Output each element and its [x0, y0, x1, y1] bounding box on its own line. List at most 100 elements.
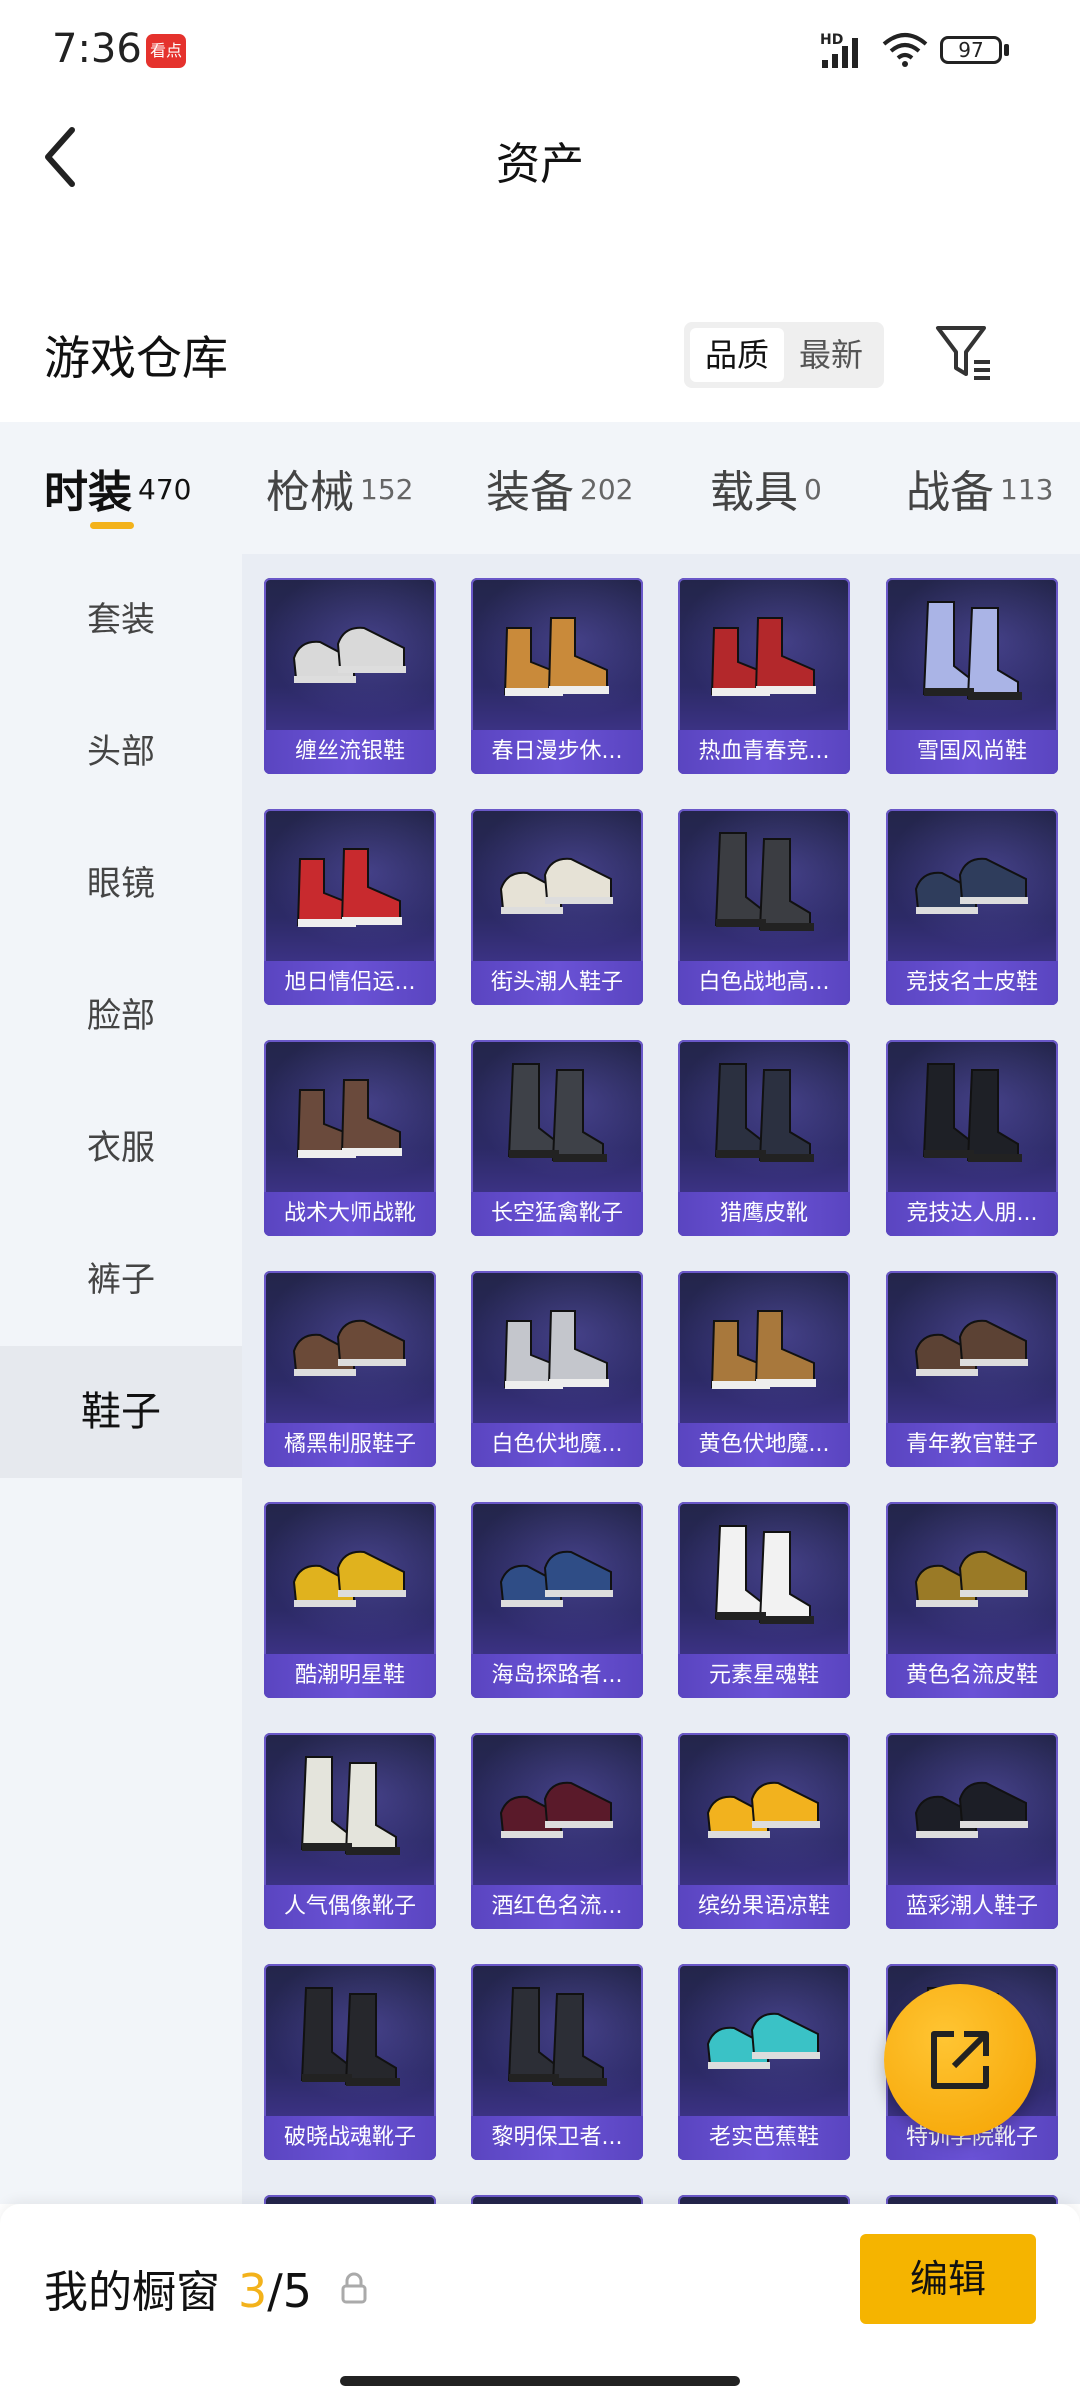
active-tab-indicator: [90, 522, 134, 529]
item-name: 战术大师战靴: [264, 1192, 436, 1236]
showcase-summary: 我的橱窗 3/5: [44, 2256, 312, 2320]
item-card[interactable]: 猎鹰皮靴: [678, 1040, 850, 1236]
item-name: 春日漫步休...: [471, 730, 643, 774]
sidebar: 套装 头部 眼镜 脸部 衣服 裤子 鞋子: [0, 554, 242, 2204]
tab-count: 470: [138, 473, 192, 507]
item-card[interactable]: 缤纷果语凉鞋: [678, 1733, 850, 1929]
tab-fashion[interactable]: 时装 470: [44, 456, 191, 520]
item-card[interactable]: 雪国风尚鞋: [886, 578, 1058, 774]
item-card[interactable]: 老实芭蕉鞋: [678, 1964, 850, 2160]
sidebar-item-glasses[interactable]: 眼镜: [0, 818, 242, 950]
item-grid: 缠丝流银鞋 春日漫步休... 热血青春竞... 雪国风尚鞋 旭日情侣运... 街…: [242, 554, 1080, 2204]
item-name: 黄色伏地魔...: [678, 1423, 850, 1467]
item-card-partial[interactable]: [471, 2195, 643, 2204]
item-card[interactable]: 酒红色名流...: [471, 1733, 643, 1929]
item-card[interactable]: 缠丝流银鞋: [264, 578, 436, 774]
item-name: 长空猛禽靴子: [471, 1192, 643, 1236]
item-card-partial[interactable]: [886, 2195, 1058, 2204]
tab-count: 0: [804, 473, 822, 507]
sidebar-item-face[interactable]: 脸部: [0, 950, 242, 1082]
item-card[interactable]: 竞技名士皮鞋: [886, 809, 1058, 1005]
item-card[interactable]: 白色战地高...: [678, 809, 850, 1005]
item-name: 雪国风尚鞋: [886, 730, 1058, 774]
item-name: 人气偶像靴子: [264, 1885, 436, 1929]
sort-toggle: 品质 最新: [684, 322, 884, 388]
tab-label: 枪械: [266, 467, 354, 518]
sidebar-item-clothes[interactable]: 衣服: [0, 1082, 242, 1214]
item-card[interactable]: 热血青春竞...: [678, 578, 850, 774]
item-card[interactable]: 人气偶像靴子: [264, 1733, 436, 1929]
item-name: 青年教官鞋子: [886, 1423, 1058, 1467]
tab-count: 113: [1000, 473, 1054, 507]
bottom-bar: 我的橱窗 3/5 编辑: [0, 2204, 1080, 2400]
item-name: 白色伏地魔...: [471, 1423, 643, 1467]
item-name: 缠丝流银鞋: [264, 730, 436, 774]
tab-supplies[interactable]: 战备 113: [906, 456, 1053, 520]
tab-label: 载具: [710, 467, 798, 518]
item-card[interactable]: 黄色名流皮鞋: [886, 1502, 1058, 1698]
item-name: 蓝彩潮人鞋子: [886, 1885, 1058, 1929]
item-card[interactable]: 春日漫步休...: [471, 578, 643, 774]
status-bar: 7:36 看点 HD 97: [0, 0, 1080, 100]
tab-count: 152: [360, 473, 414, 507]
filter-icon[interactable]: [934, 322, 994, 382]
item-name: 黄色名流皮鞋: [886, 1654, 1058, 1698]
item-card[interactable]: 黎明保卫者...: [471, 1964, 643, 2160]
tab-guns[interactable]: 枪械 152: [266, 456, 413, 520]
item-name: 元素星魂鞋: [678, 1654, 850, 1698]
item-card[interactable]: 战术大师战靴: [264, 1040, 436, 1236]
item-name: 旭日情侣运...: [264, 961, 436, 1005]
item-card[interactable]: 海岛探路者...: [471, 1502, 643, 1698]
sidebar-item-shoes[interactable]: 鞋子: [0, 1346, 242, 1478]
battery-nub: [1004, 44, 1009, 56]
item-card[interactable]: 街头潮人鞋子: [471, 809, 643, 1005]
item-card[interactable]: 旭日情侣运...: [264, 809, 436, 1005]
item-name: 热血青春竞...: [678, 730, 850, 774]
showcase-label: 我的橱窗: [44, 2267, 220, 2318]
tab-vehicles[interactable]: 载具 0: [710, 456, 822, 520]
showcase-total: 5: [282, 2264, 313, 2318]
sidebar-item-pants[interactable]: 裤子: [0, 1214, 242, 1346]
tab-count: 202: [580, 473, 634, 507]
edit-button[interactable]: 编辑: [860, 2234, 1036, 2324]
sort-latest-button[interactable]: 最新: [784, 328, 878, 382]
lock-icon: [341, 2272, 367, 2304]
item-card[interactable]: 破晓战魂靴子: [264, 1964, 436, 2160]
sort-quality-button[interactable]: 品质: [690, 328, 784, 382]
item-card[interactable]: 酷潮明星鞋: [264, 1502, 436, 1698]
item-card[interactable]: 竞技达人朋...: [886, 1040, 1058, 1236]
item-name: 白色战地高...: [678, 961, 850, 1005]
item-name: 街头潮人鞋子: [471, 961, 643, 1005]
tab-equipment[interactable]: 装备 202: [486, 456, 633, 520]
item-card[interactable]: 橘黑制服鞋子: [264, 1271, 436, 1467]
item-card[interactable]: 元素星魂鞋: [678, 1502, 850, 1698]
share-icon: [931, 2031, 989, 2089]
tab-label: 装备: [486, 467, 574, 518]
item-name: 老实芭蕉鞋: [678, 2116, 850, 2160]
sidebar-item-suits[interactable]: 套装: [0, 554, 242, 686]
wifi-icon: [882, 33, 928, 67]
item-name: 黎明保卫者...: [471, 2116, 643, 2160]
item-card[interactable]: 蓝彩潮人鞋子: [886, 1733, 1058, 1929]
item-name: 海岛探路者...: [471, 1654, 643, 1698]
sidebar-item-head[interactable]: 头部: [0, 686, 242, 818]
home-indicator: [340, 2376, 740, 2386]
app-notification-icon: 看点: [146, 34, 186, 68]
item-name: 竞技名士皮鞋: [886, 961, 1058, 1005]
share-fab[interactable]: [884, 1984, 1036, 2136]
item-card[interactable]: 白色伏地魔...: [471, 1271, 643, 1467]
item-card-partial[interactable]: [264, 2195, 436, 2204]
warehouse-title: 游戏仓库: [44, 331, 228, 385]
item-name: 破晓战魂靴子: [264, 2116, 436, 2160]
item-card[interactable]: 青年教官鞋子: [886, 1271, 1058, 1467]
item-card-partial[interactable]: [678, 2195, 850, 2204]
item-name: 橘黑制服鞋子: [264, 1423, 436, 1467]
item-name: 竞技达人朋...: [886, 1192, 1058, 1236]
page-title: 资产: [496, 139, 584, 190]
item-card[interactable]: 黄色伏地魔...: [678, 1271, 850, 1467]
item-card[interactable]: 长空猛禽靴子: [471, 1040, 643, 1236]
battery-icon: 97: [940, 36, 1002, 64]
status-time: 7:36: [52, 26, 142, 72]
category-tabs: 时装 470 枪械 152 装备 202 载具 0 战备 113: [0, 422, 1080, 554]
item-name: 酷潮明星鞋: [264, 1654, 436, 1698]
